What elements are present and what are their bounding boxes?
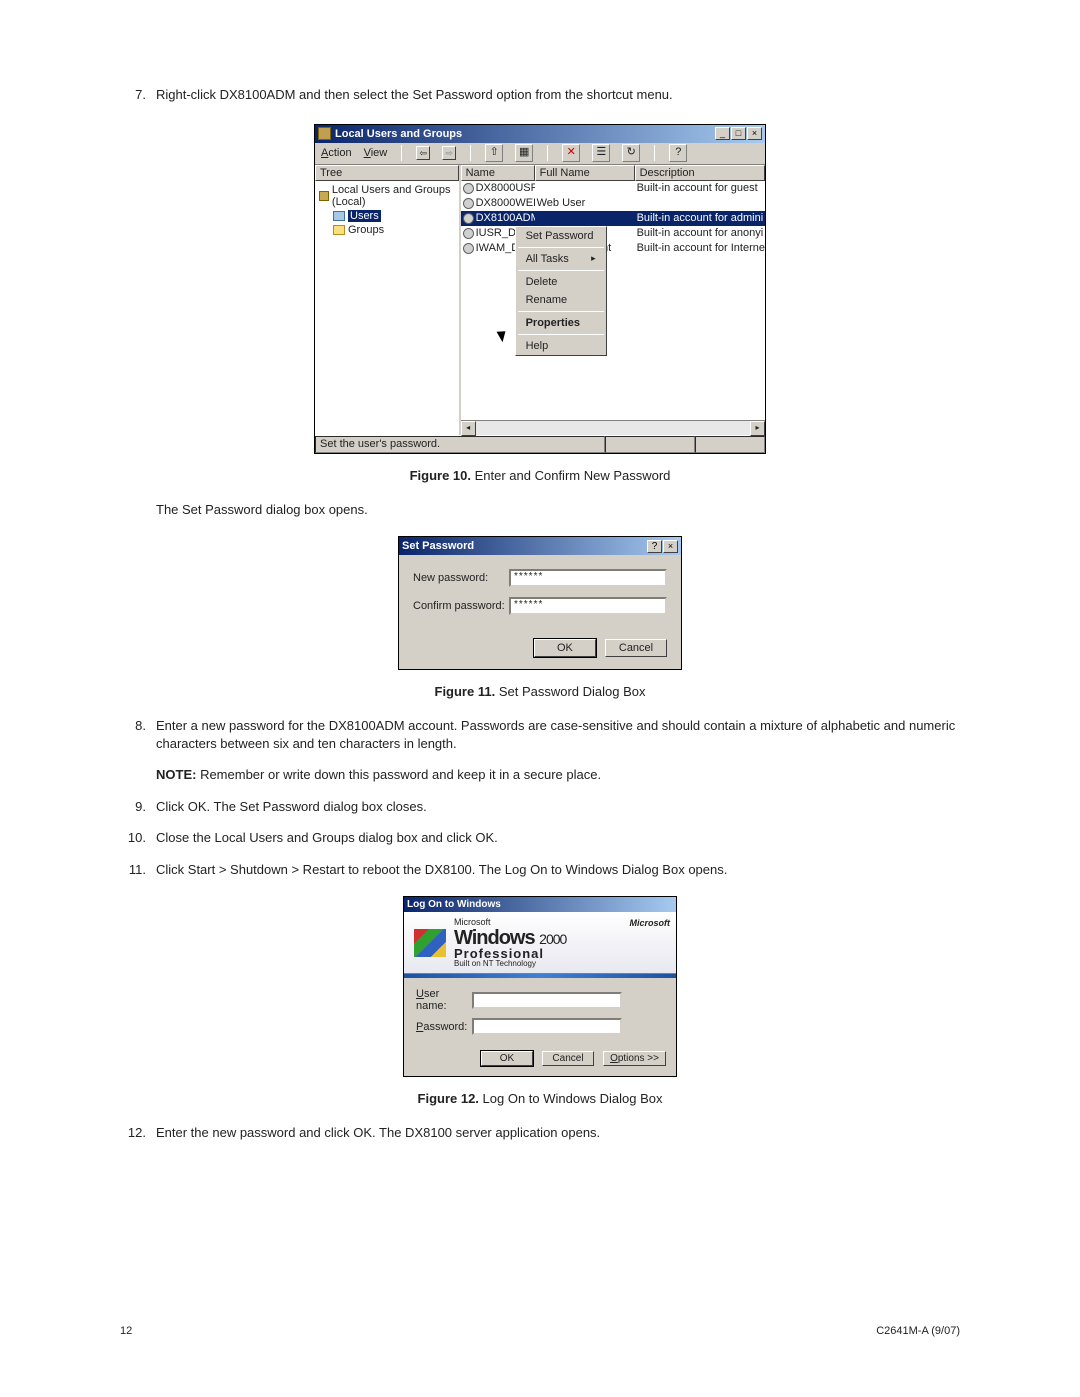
fig12-dialog: Log On to Windows Microsoft Windows 2000… [403,896,677,1077]
step-10: Close the Local Users and Groups dialog … [156,829,960,847]
password-input[interactable] [472,1018,622,1035]
nt-label: Built on NT Technology [454,959,676,968]
table-row-selected[interactable]: DX8100ADM Built-in account for admini [461,211,765,226]
tree-root[interactable]: Local Users and Groups (Local) [319,183,455,209]
minimize-icon[interactable]: _ [715,127,730,140]
fig12-title: Log On to Windows [407,899,673,910]
fig11-title: Set Password [402,540,647,552]
folder-icon [333,225,345,235]
username-label: User name: [416,988,472,1012]
tree-header: Tree [315,165,459,181]
fig11-dialog: Set Password ? × New password: ****** Co… [398,536,682,670]
help-icon[interactable]: ? [647,540,662,553]
fig10-title: Local Users and Groups [335,128,715,140]
scroll-left-icon[interactable]: ◂ [461,421,476,436]
statusbar: Set the user's password. [315,435,765,453]
step-7: Right-click DX8100ADM and then select th… [156,86,960,104]
tree-groups-label: Groups [348,224,384,236]
user-icon [463,198,474,209]
fig10-window: Local Users and Groups _ □ × Action View… [314,124,766,454]
tree-groups[interactable]: Groups [333,223,455,237]
forward-icon[interactable]: ⇨ [442,146,456,160]
properties-icon[interactable]: ☰ [592,144,610,162]
list-pane: Name Full Name Description DX8000USR Bui… [461,165,765,435]
ctx-delete[interactable]: Delete [516,273,606,291]
windows-flag-icon [414,929,446,957]
fig12-caption: Figure 12. Log On to Windows Dialog Box [120,1091,960,1106]
ok-button[interactable]: OK [481,1051,533,1066]
scroll-right-icon[interactable]: ▸ [750,421,765,436]
app-icon [318,127,331,140]
new-password-label: New password: [413,572,509,584]
ctx-help[interactable]: Help [516,337,606,355]
up-icon[interactable]: ⇧ [485,144,503,162]
page-number: 12 [120,1325,132,1337]
fig11-caption: Figure 11. Set Password Dialog Box [120,684,960,699]
step-11: Click Start > Shutdown > Restart to rebo… [156,861,960,879]
delete-icon[interactable]: ✕ [562,144,580,162]
ctx-rename[interactable]: Rename [516,291,606,309]
tree-pane: Tree Local Users and Groups (Local) User… [315,165,461,435]
cursor-icon [499,329,511,345]
list-icon[interactable]: ▦ [515,144,533,162]
windows-banner: Microsoft Windows 2000 Professional Buil… [404,912,676,974]
close-icon[interactable]: × [747,127,762,140]
user-icon [463,228,474,239]
menu-view[interactable]: View [364,147,388,159]
confirm-password-label: Confirm password: [413,600,509,612]
user-icon [463,213,474,224]
between-text: The Set Password dialog box opens. [156,501,960,519]
password-label: Password: [416,1021,472,1033]
user-icon [463,183,474,194]
status-text: Set the user's password. [315,436,605,453]
new-password-input[interactable]: ****** [509,569,667,587]
confirm-password-input[interactable]: ****** [509,597,667,615]
ok-button[interactable]: OK [534,639,596,657]
table-row[interactable]: DX8000WEB Web User [461,196,765,211]
tree-users-label: Users [348,210,381,222]
maximize-icon[interactable]: □ [731,127,746,140]
year-label: 2000 [539,931,566,947]
context-menu: Set Password All Tasks Delete Rename Pro… [515,226,607,356]
col-description[interactable]: Description [635,165,765,181]
table-row[interactable]: IUSR_DX st Account Built-in account for … [461,226,765,241]
tree-users[interactable]: Users [333,209,455,223]
refresh-icon[interactable]: ↻ [622,144,640,162]
ctx-properties[interactable]: Properties [516,314,606,332]
ctx-set-password[interactable]: Set Password [516,227,606,245]
back-icon[interactable]: ⇦ [416,146,430,160]
ms-corp-label: Microsoft [630,918,671,928]
cancel-button[interactable]: Cancel [605,639,667,657]
table-row[interactable]: DX8000USR Built-in account for guest [461,181,765,196]
menu-action[interactable]: Action [321,147,352,159]
tree-root-label: Local Users and Groups (Local) [332,184,455,208]
options-button[interactable]: Options >> [603,1051,666,1066]
ctx-all-tasks[interactable]: All Tasks [516,250,606,268]
table-row[interactable]: IWAM_D rocess Account Built-in account f… [461,241,765,256]
cancel-button[interactable]: Cancel [542,1051,594,1066]
col-fullname[interactable]: Full Name [535,165,635,181]
close-icon[interactable]: × [663,540,678,553]
h-scrollbar[interactable]: ◂ ▸ [461,420,765,435]
col-name[interactable]: Name [461,165,535,181]
note: NOTE: Remember or write down this passwo… [156,766,960,784]
step-12: Enter the new password and click OK. The… [156,1124,960,1142]
user-icon [463,243,474,254]
folder-open-icon [333,211,345,221]
username-input[interactable] [472,992,622,1009]
fig10-caption: Figure 10. Enter and Confirm New Passwor… [120,468,960,483]
book-icon [319,191,329,201]
fig10-titlebar: Local Users and Groups _ □ × [315,125,765,143]
step-9: Click OK. The Set Password dialog box cl… [156,798,960,816]
help-icon[interactable]: ? [669,144,687,162]
doc-id: C2641M-A (9/07) [876,1325,960,1337]
step-8: Enter a new password for the DX8100ADM a… [156,717,960,752]
fig10-menubar: Action View ⇦ ⇨ ⇧ ▦ ✕ ☰ ↻ ? [315,143,765,165]
